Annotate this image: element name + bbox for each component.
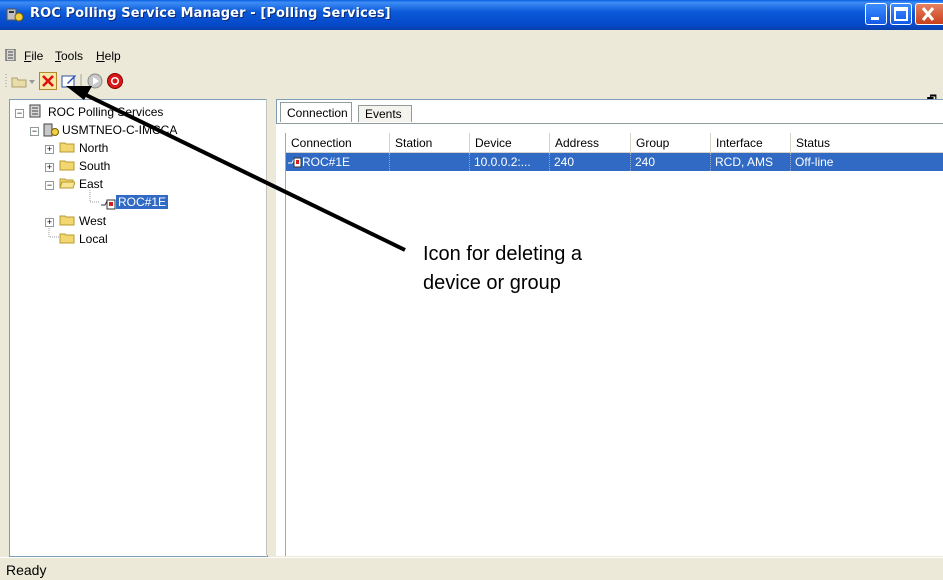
col-header-station[interactable]: Station [390,133,470,153]
col-header-connection[interactable]: Connection [286,133,390,153]
tree-device[interactable]: ROC#1E [116,195,169,209]
table-row[interactable]: ROC#1E 10.0.0.2:... 240 240 RCD, AMS Off… [286,153,943,171]
tree-folder-north[interactable]: North [79,141,108,155]
menu-file[interactable]: File [24,49,43,63]
tree-device-label: ROC#1E [116,195,169,209]
menu-tools[interactable]: Tools [55,49,83,63]
tab-connection[interactable]: Connection [280,102,352,122]
stop-icon[interactable] [106,72,124,90]
connection-table[interactable]: Connection Station Device Address Group … [285,133,943,556]
tab-panel: Connection Station Device Address Group … [276,123,943,556]
tree-line [89,190,100,203]
dropdown-arrow-icon[interactable] [28,72,36,90]
folder-icon [59,215,75,226]
expander-server[interactable]: − [30,127,39,136]
tree-folder-north-label: North [79,141,109,155]
services-icon [29,104,41,118]
expander-east[interactable]: − [45,181,54,190]
menu-help[interactable]: Help [96,49,121,63]
status-bar: Ready [0,557,943,580]
col-header-address[interactable]: Address [550,133,631,153]
tree-folder-south-label: South [79,159,111,173]
close-button[interactable] [915,3,943,25]
tree-folder-west-label: West [79,214,107,228]
annotation-callout: Icon for deleting a device or group [405,230,677,322]
col-header-device[interactable]: Device [470,133,550,153]
app-icon [6,8,24,22]
tree-folder-east-label: East [79,177,104,191]
minimize-icon [871,17,879,20]
expander-root[interactable]: − [15,109,24,118]
pane-splitter[interactable] [266,99,275,555]
folder-icon [59,233,75,244]
cell-connection: ROC#1E [286,153,390,171]
server-icon [43,123,59,137]
open-folder-icon[interactable] [10,72,28,90]
close-icon [921,7,935,21]
device-icon [288,157,302,168]
cell-connection-text: ROC#1E [302,155,351,169]
document-icon[interactable] [5,49,17,61]
title-bar[interactable]: ROC Polling Service Manager - [Polling S… [0,0,943,30]
tree-server[interactable]: USMTNEO-C-IMCCA [62,123,177,137]
status-text: Ready [6,562,47,578]
expander-north[interactable]: + [45,145,54,154]
minimize-button[interactable] [865,3,887,25]
tree-folder-east[interactable]: East [79,177,103,191]
tree-folder-local[interactable]: Local [79,232,108,246]
edit-icon[interactable] [60,72,78,90]
maximize-icon [894,7,908,21]
start-icon[interactable] [86,72,104,90]
cell-group: 240 [631,153,711,171]
tree-folder-south[interactable]: South [79,159,110,173]
folder-icon [59,142,75,153]
open-folder-icon [59,178,75,189]
menu-bar: File Tools Help 🗗 [0,44,943,106]
col-header-group[interactable]: Group [631,133,711,153]
window-title: ROC Polling Service Manager - [Polling S… [30,6,391,21]
maximize-button[interactable] [890,3,912,25]
col-header-interface[interactable]: Interface [711,133,791,153]
tree-folder-west[interactable]: West [79,214,106,228]
expander-south[interactable]: + [45,163,54,172]
tree-folder-local-label: Local [79,232,108,246]
toolbar-grip-icon [5,74,7,88]
col-header-status[interactable]: Status [791,133,943,153]
cell-station [390,153,470,171]
device-icon [101,199,116,210]
annotation-text: Icon for deleting a device or group [423,243,582,294]
tree-server-label: USMTNEO-C-IMCCA [62,123,178,137]
folder-icon [59,160,75,171]
tree-pane[interactable]: − ROC Polling Services − USMTNEO-C-IMCCA… [9,99,268,557]
tab-events[interactable]: Events [358,105,412,122]
cell-status: Off-line [795,155,834,169]
tree-root[interactable]: ROC Polling Services [48,105,163,119]
expander-west[interactable]: + [45,218,54,227]
tree-root-label: ROC Polling Services [48,105,164,119]
cell-address: 240 [550,153,631,171]
toolbar-separator [80,74,82,88]
delete-icon[interactable] [39,72,57,90]
cell-device: 10.0.0.2:... [470,153,550,171]
cell-interface: RCD, AMS [711,153,791,171]
toolbar [5,70,166,94]
